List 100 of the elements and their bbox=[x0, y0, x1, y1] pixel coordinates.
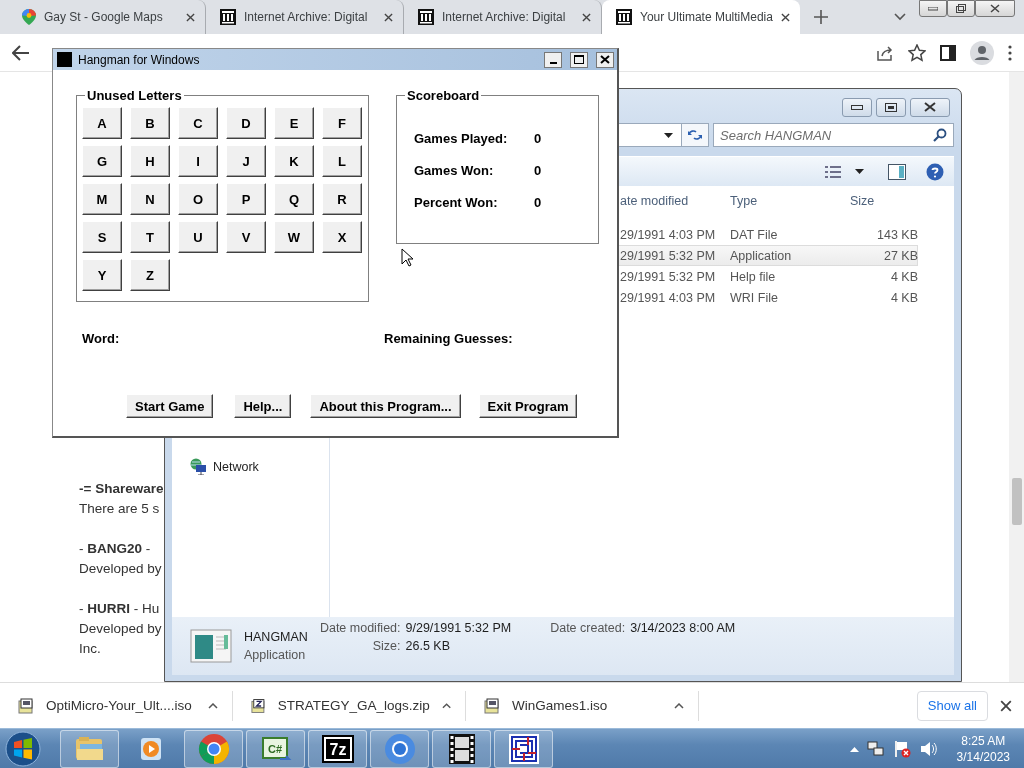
search-icon[interactable] bbox=[933, 128, 947, 142]
list-view-icon[interactable] bbox=[825, 164, 841, 179]
letter-button[interactable]: X bbox=[322, 221, 362, 253]
letter-button[interactable]: S bbox=[82, 221, 122, 253]
start-orb-icon[interactable] bbox=[4, 729, 42, 768]
back-arrow-icon[interactable] bbox=[12, 44, 30, 61]
maximize-button[interactable] bbox=[876, 97, 906, 117]
scrollbar-thumb[interactable] bbox=[1011, 478, 1022, 525]
download-item[interactable]: STRATEGY_GA_logs.zip bbox=[233, 690, 466, 721]
close-icon[interactable] bbox=[384, 12, 393, 22]
score-label: Games Won: bbox=[414, 163, 495, 178]
browser-tab[interactable]: Your Ultimate MultiMedia bbox=[602, 0, 800, 34]
command-button[interactable]: Help... bbox=[234, 394, 292, 418]
page-text: Developed by bbox=[79, 560, 162, 578]
close-icon bbox=[924, 102, 936, 112]
close-button[interactable] bbox=[975, 0, 1015, 17]
command-button[interactable]: About this Program... bbox=[310, 394, 461, 418]
letter-button[interactable]: R bbox=[322, 183, 362, 215]
score-label: Percent Won: bbox=[414, 195, 499, 210]
file-name: HANGMAN bbox=[244, 630, 308, 644]
letter-button[interactable]: Y bbox=[82, 259, 122, 291]
page-text: -= Shareware bbox=[79, 480, 164, 498]
close-icon[interactable] bbox=[186, 12, 195, 22]
download-item[interactable]: OptiMicro-Your_Ult....iso bbox=[0, 690, 233, 721]
download-item[interactable]: WinGames1.iso bbox=[466, 690, 699, 721]
letter-button[interactable]: T bbox=[130, 221, 170, 253]
letter-button[interactable]: H bbox=[130, 145, 170, 177]
letter-button[interactable]: P bbox=[226, 183, 266, 215]
letter-button[interactable]: O bbox=[178, 183, 218, 215]
letter-button[interactable]: E bbox=[274, 107, 314, 139]
letter-button[interactable]: L bbox=[322, 145, 362, 177]
column-header[interactable]: ate modified bbox=[620, 194, 730, 208]
minimize-button[interactable] bbox=[544, 51, 562, 68]
chevron-down-icon[interactable] bbox=[894, 13, 906, 21]
letter-button[interactable]: V bbox=[226, 221, 266, 253]
column-header[interactable]: Type bbox=[730, 194, 850, 208]
side-panel-icon[interactable] bbox=[940, 44, 956, 61]
letter-button[interactable]: W bbox=[274, 221, 314, 253]
close-icon[interactable] bbox=[1000, 699, 1012, 712]
help-icon[interactable] bbox=[926, 162, 944, 181]
file-row[interactable]: 29/1991 5:32 PM Application 27 KB bbox=[617, 245, 918, 266]
letter-button[interactable]: Z bbox=[130, 259, 170, 291]
letter-button[interactable]: J bbox=[226, 145, 266, 177]
window-title: Hangman for Windows bbox=[78, 52, 201, 67]
star-icon[interactable] bbox=[908, 43, 926, 62]
command-button[interactable]: Exit Program bbox=[478, 394, 578, 418]
browser-icon[interactable] bbox=[383, 732, 416, 765]
letter-button[interactable]: M bbox=[82, 183, 122, 215]
search-field[interactable]: Search HANGMAN bbox=[713, 123, 954, 147]
address-bar[interactable] bbox=[618, 123, 682, 147]
restore-button[interactable] bbox=[947, 0, 975, 17]
chevron-up-icon[interactable] bbox=[849, 745, 859, 752]
flag-icon[interactable] bbox=[892, 739, 911, 758]
file-row[interactable]: 29/1991 4:03 PM WRI File 4 KB bbox=[617, 287, 918, 308]
letter-button[interactable]: N bbox=[130, 183, 170, 215]
letter-button[interactable]: I bbox=[178, 145, 218, 177]
nav-item[interactable]: Network bbox=[190, 458, 329, 475]
letter-button[interactable]: F bbox=[322, 107, 362, 139]
letter-button[interactable]: A bbox=[82, 107, 122, 139]
chrome-icon[interactable] bbox=[197, 732, 230, 765]
close-icon[interactable] bbox=[582, 12, 591, 22]
letter-button[interactable]: C bbox=[178, 107, 218, 139]
maximize-button[interactable] bbox=[570, 51, 588, 68]
plus-icon[interactable] bbox=[814, 10, 828, 24]
network-icon[interactable] bbox=[866, 739, 885, 758]
scrollbar[interactable] bbox=[1009, 72, 1024, 682]
file-row[interactable]: 29/1991 4:03 PM DAT File 143 KB bbox=[617, 224, 918, 245]
menu-icon[interactable] bbox=[1008, 44, 1012, 61]
detail-label: Date created: bbox=[550, 621, 626, 635]
close-button[interactable] bbox=[596, 51, 614, 68]
letter-button[interactable]: K bbox=[274, 145, 314, 177]
command-button[interactable]: Start Game bbox=[126, 394, 214, 418]
refresh-button[interactable] bbox=[681, 123, 709, 147]
show-all-button[interactable]: Show all bbox=[916, 690, 988, 721]
letter-button[interactable]: D bbox=[226, 107, 266, 139]
file-row[interactable]: 29/1991 5:32 PM Help file 4 KB bbox=[617, 266, 918, 287]
letter-button[interactable]: G bbox=[82, 145, 122, 177]
page-text: - HURRI - Hu bbox=[79, 600, 160, 618]
close-icon[interactable] bbox=[781, 12, 790, 22]
archiver-icon[interactable]: 7z bbox=[321, 734, 354, 763]
film-strip-icon[interactable] bbox=[446, 732, 477, 765]
clock-date: 3/14/2023 bbox=[956, 748, 1010, 765]
caret-icon[interactable] bbox=[441, 702, 451, 709]
page-text: - BANG20 - bbox=[79, 540, 151, 558]
profile-icon[interactable] bbox=[970, 40, 994, 65]
letter-button[interactable]: U bbox=[178, 221, 218, 253]
column-header[interactable]: Size bbox=[850, 194, 918, 208]
letter-button[interactable]: Q bbox=[274, 183, 314, 215]
dropdown-arrow-icon[interactable] bbox=[855, 169, 864, 174]
share-icon[interactable] bbox=[876, 44, 894, 61]
caret-icon[interactable] bbox=[674, 702, 684, 709]
letter-button[interactable]: B bbox=[130, 107, 170, 139]
preview-pane-icon[interactable] bbox=[888, 163, 906, 180]
close-button[interactable] bbox=[910, 97, 950, 117]
speaker-icon[interactable] bbox=[918, 739, 937, 758]
building-icon bbox=[418, 9, 434, 25]
caret-icon[interactable] bbox=[208, 702, 218, 709]
minimize-button[interactable] bbox=[842, 97, 872, 117]
maze-icon[interactable] bbox=[507, 732, 540, 765]
dropdown-arrow-icon[interactable] bbox=[664, 132, 673, 138]
